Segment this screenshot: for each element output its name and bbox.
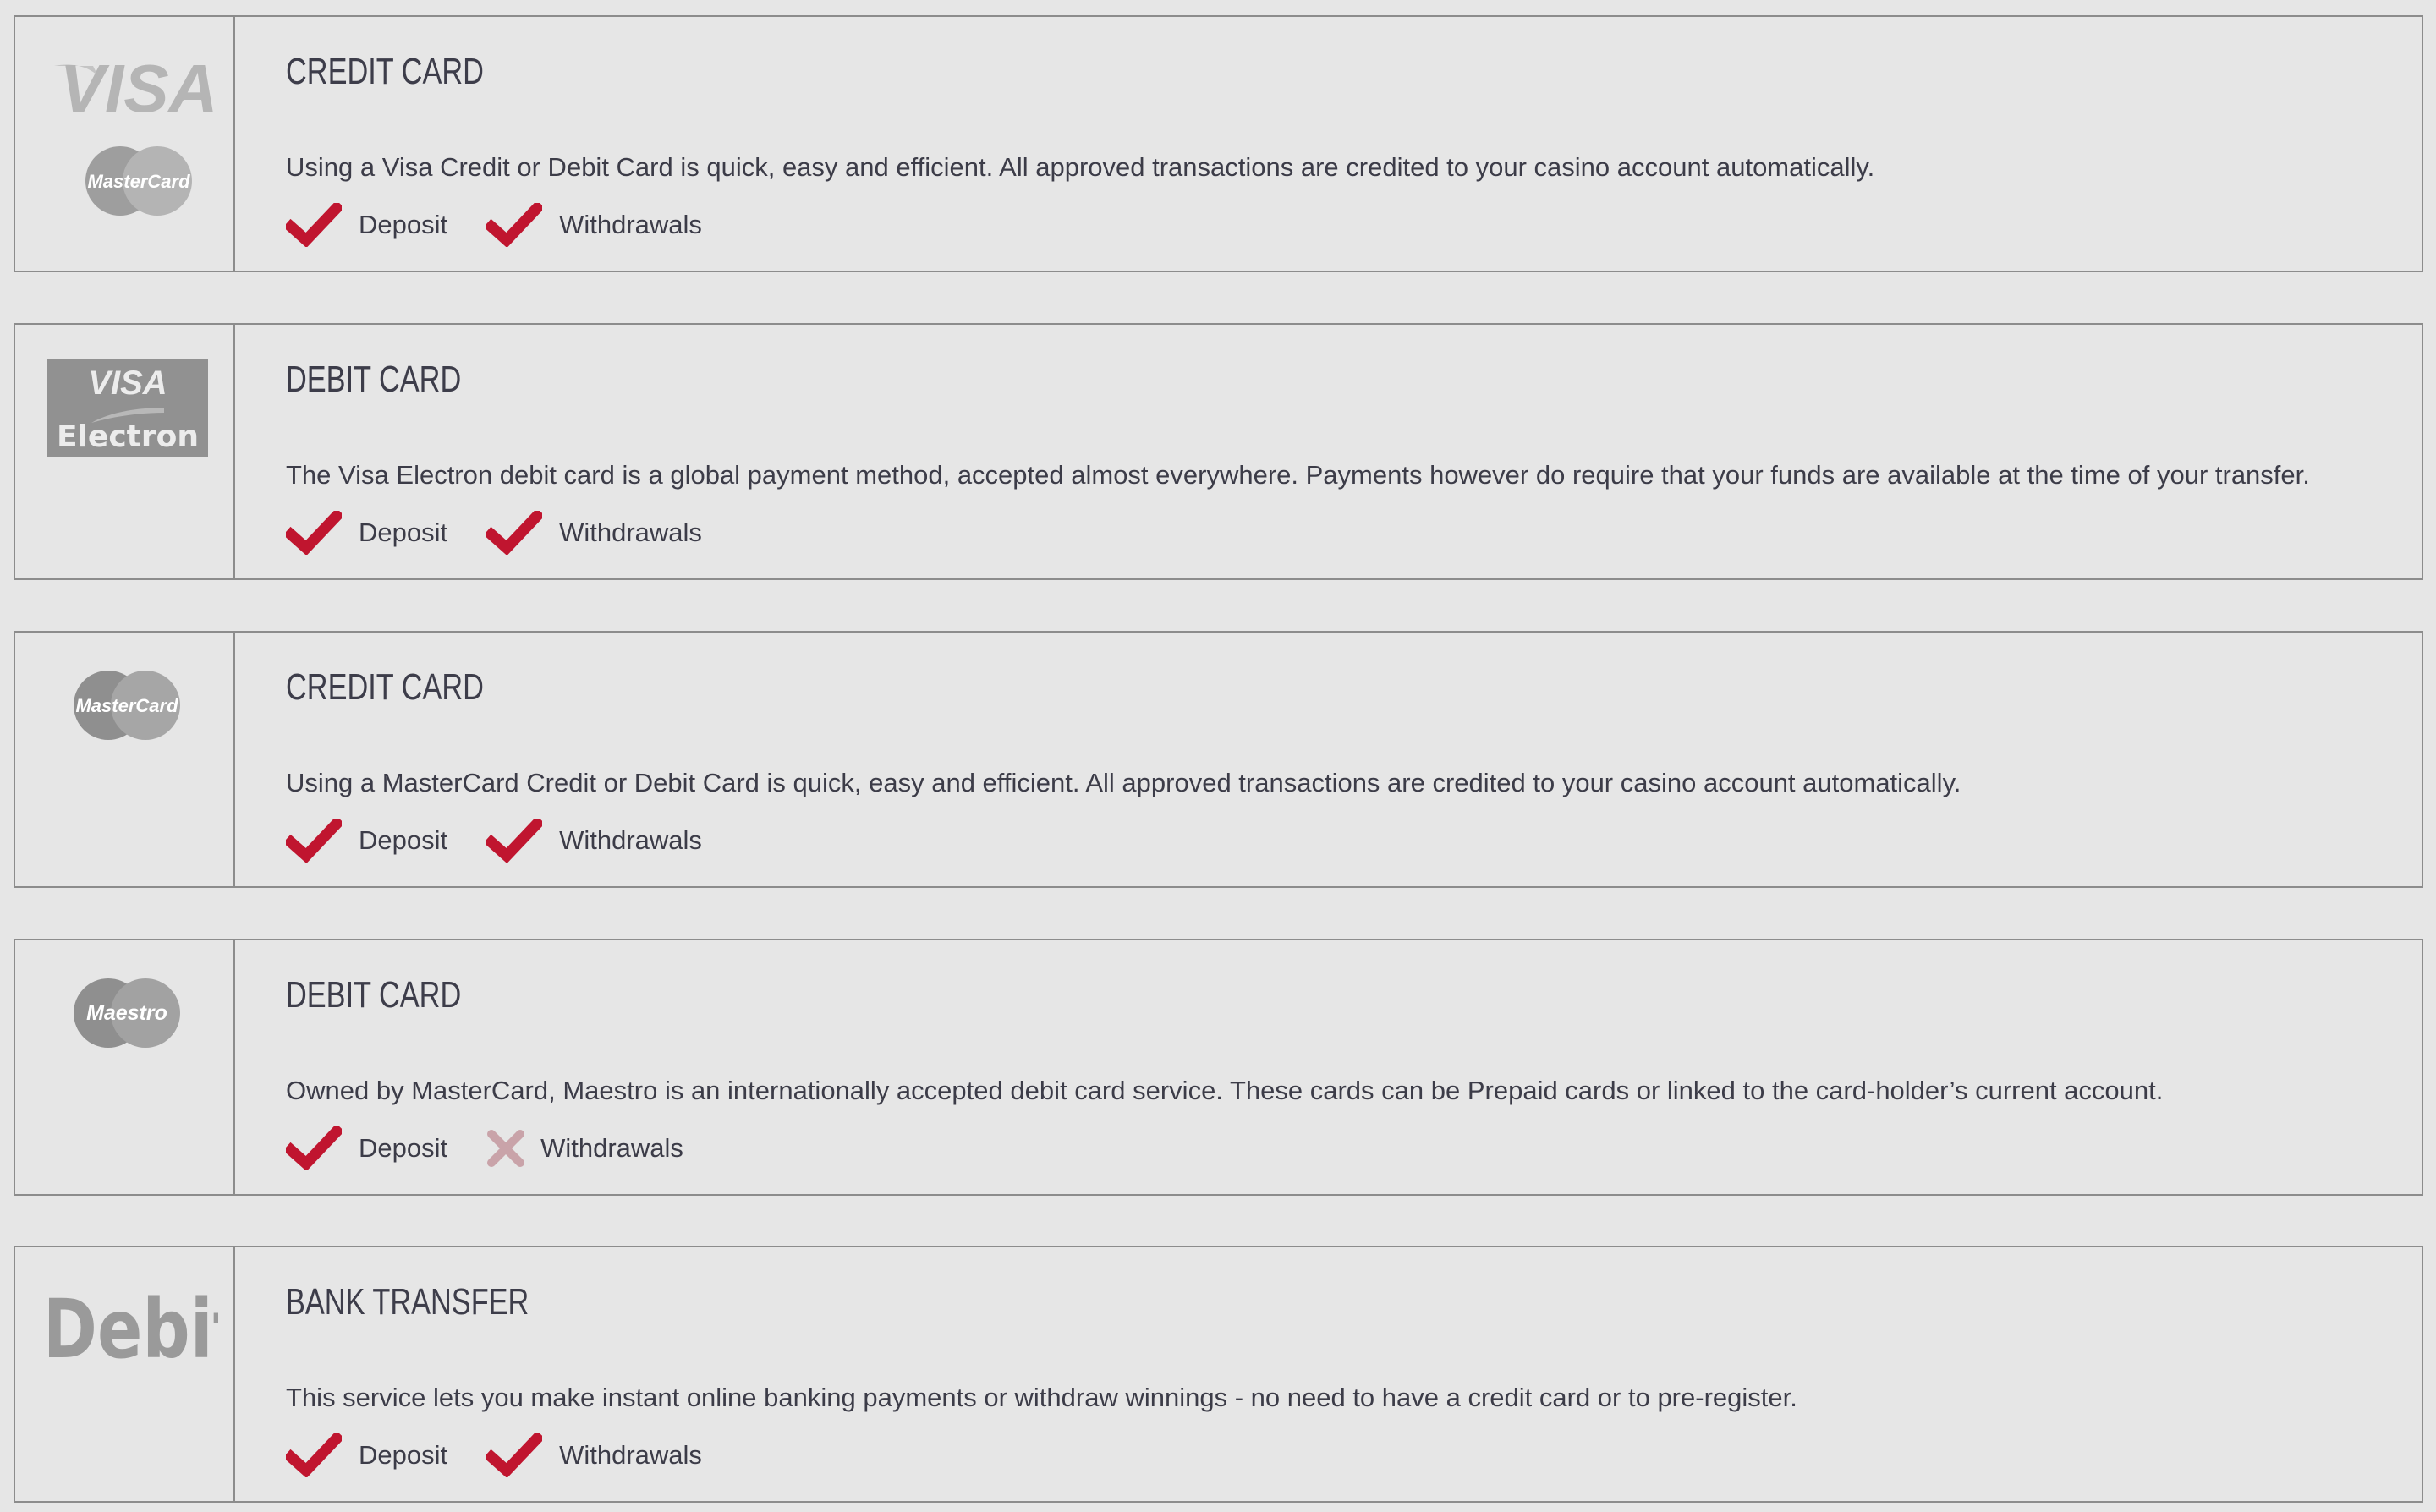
check-icon xyxy=(486,511,543,555)
feature-label: Withdrawals xyxy=(559,210,702,239)
method-title: DEBIT CARD xyxy=(286,359,462,400)
check-icon xyxy=(486,819,543,863)
feature-label: Withdrawals xyxy=(540,1133,683,1163)
feature-label: Deposit xyxy=(359,210,448,239)
check-icon xyxy=(286,511,342,555)
visa-logo-text: VISA xyxy=(60,51,218,125)
feature-list: Deposit Withdrawals xyxy=(286,511,741,555)
visa-logo-text: VISA xyxy=(88,364,167,402)
payment-method-maestro: Maestro DEBIT CARD Owned by MasterCard, … xyxy=(14,939,2423,1196)
feature-list: Deposit Withdrawals xyxy=(286,819,741,863)
mastercard-logo-text: MasterCard xyxy=(75,695,178,716)
logo-cell: MasterCard xyxy=(15,633,235,886)
feature-label: Withdrawals xyxy=(559,1440,702,1470)
feature-withdrawals: Withdrawals xyxy=(486,1433,702,1477)
visa-logo: VISA xyxy=(54,51,218,125)
method-title: CREDIT CARD xyxy=(286,51,484,92)
feature-withdrawals: Withdrawals xyxy=(486,1129,683,1168)
method-info: DEBIT CARD The Visa Electron debit card … xyxy=(235,325,2422,578)
feature-label: Withdrawals xyxy=(559,518,702,547)
method-info: CREDIT CARD Using a MasterCard Credit or… xyxy=(235,633,2422,886)
cross-icon xyxy=(487,1130,525,1167)
method-description: The Visa Electron debit card is a global… xyxy=(286,460,2310,490)
feature-label: Deposit xyxy=(359,518,448,547)
check-icon xyxy=(286,1433,342,1477)
feature-list: Deposit Withdrawals xyxy=(286,1433,741,1477)
mastercard-logo: MasterCard xyxy=(74,671,180,740)
logo-cell: Maestro xyxy=(15,940,235,1194)
payment-method-idebit: iDebit BANK TRANSFER This service lets y… xyxy=(14,1246,2423,1503)
method-info: BANK TRANSFER This service lets you make… xyxy=(235,1247,2422,1501)
method-title: BANK TRANSFER xyxy=(286,1281,529,1323)
idebit-logo: iDebit xyxy=(49,1282,218,1369)
feature-deposit: Deposit xyxy=(286,819,447,863)
maestro-logo-text: Maestro xyxy=(86,1001,167,1025)
maestro-logo: Maestro xyxy=(74,978,180,1048)
feature-deposit: Deposit xyxy=(286,1433,447,1477)
method-description: Using a MasterCard Credit or Debit Card … xyxy=(286,768,1961,797)
method-info: CREDIT CARD Using a Visa Credit or Debit… xyxy=(235,17,2422,271)
electron-logo-text: Electron xyxy=(57,419,199,454)
mastercard-logo: MasterCard xyxy=(85,146,192,216)
idebit-logo-text: iDebit xyxy=(49,1282,218,1369)
check-icon xyxy=(286,819,342,863)
payment-methods-list: VISA MasterCard CREDIT CARD Using a Visa… xyxy=(0,0,2436,1512)
feature-list: Deposit Withdrawals xyxy=(286,203,741,247)
feature-deposit: Deposit xyxy=(286,203,447,247)
feature-deposit: Deposit xyxy=(286,511,447,555)
feature-withdrawals: Withdrawals xyxy=(486,511,702,555)
logo-cell: VISA MasterCard xyxy=(15,17,235,271)
visa-electron-logo: VISA Electron xyxy=(47,359,208,457)
method-title: DEBIT CARD xyxy=(286,974,462,1016)
feature-label: Withdrawals xyxy=(559,825,702,855)
logo-cell: VISA Electron xyxy=(15,325,235,578)
feature-label: Deposit xyxy=(359,825,448,855)
check-icon xyxy=(486,203,543,247)
logo-cell: iDebit xyxy=(15,1247,235,1501)
feature-withdrawals: Withdrawals xyxy=(486,819,702,863)
method-description: This service lets you make instant onlin… xyxy=(286,1383,1797,1412)
feature-deposit: Deposit xyxy=(286,1126,447,1170)
mastercard-logo-text: MasterCard xyxy=(87,171,190,192)
method-description: Using a Visa Credit or Debit Card is qui… xyxy=(286,152,1875,182)
feature-label: Deposit xyxy=(359,1440,448,1470)
feature-withdrawals: Withdrawals xyxy=(486,203,702,247)
payment-method-visa-electron: VISA Electron DEBIT CARD The Visa Electr… xyxy=(14,323,2423,580)
payment-method-mastercard: MasterCard CREDIT CARD Using a MasterCar… xyxy=(14,631,2423,888)
method-title: CREDIT CARD xyxy=(286,666,484,708)
check-icon xyxy=(486,1433,543,1477)
method-description: Owned by MasterCard, Maestro is an inter… xyxy=(286,1076,2164,1105)
payment-method-visa-credit: VISA MasterCard CREDIT CARD Using a Visa… xyxy=(14,15,2423,272)
check-icon xyxy=(286,1126,342,1170)
feature-label: Deposit xyxy=(359,1133,448,1163)
method-info: DEBIT CARD Owned by MasterCard, Maestro … xyxy=(235,940,2422,1194)
check-icon xyxy=(286,203,342,247)
feature-list: Deposit Withdrawals xyxy=(286,1126,722,1170)
